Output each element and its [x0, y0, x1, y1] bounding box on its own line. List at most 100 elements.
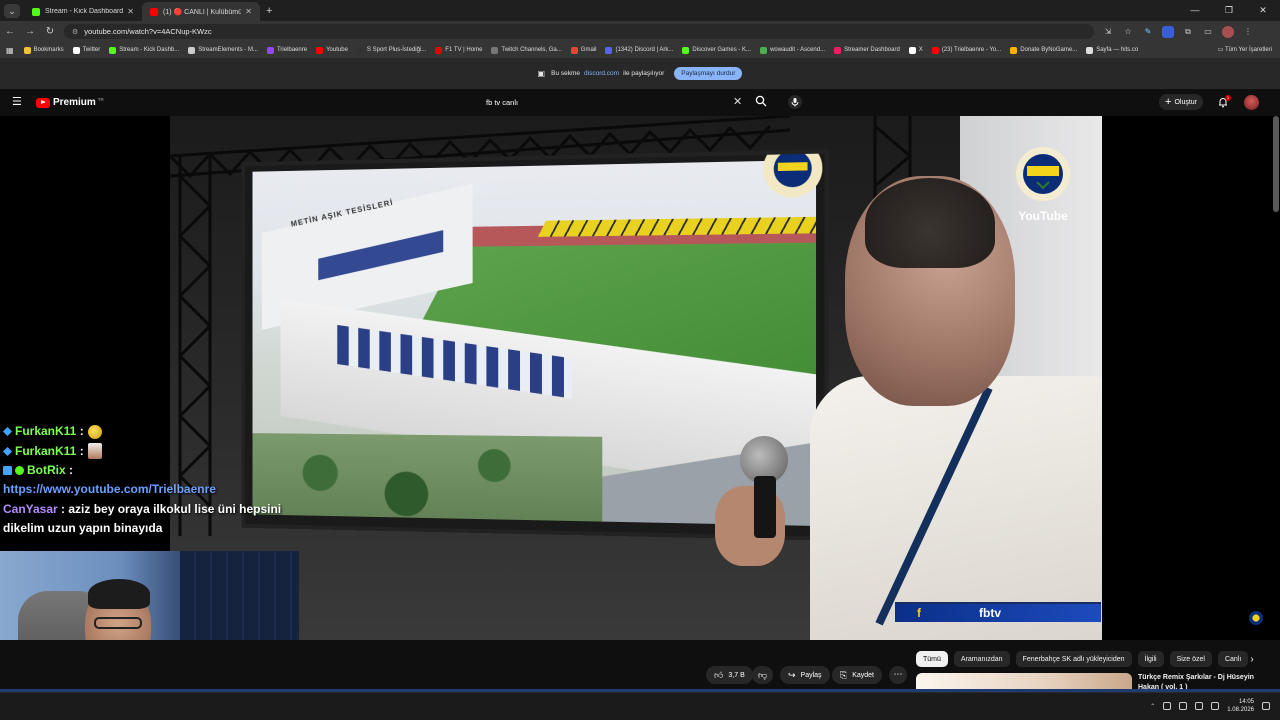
like-button[interactable]: 👍︎ 3,7 B	[706, 666, 753, 684]
menu-hamburger-icon[interactable]: ☰	[12, 97, 23, 108]
kick-badge-icon	[3, 446, 12, 456]
reload-icon[interactable]: ↻	[40, 26, 60, 37]
chat-username: BotRix	[27, 463, 66, 477]
tab-search-icon[interactable]: ⌄	[4, 4, 20, 18]
site-info-icon[interactable]: ⚙	[72, 28, 78, 36]
install-icon[interactable]: ⇲	[1102, 26, 1114, 38]
clock-time: 14:05	[1238, 699, 1254, 705]
bookmark-favicon-icon	[1086, 46, 1094, 54]
search-input[interactable]: fb tv canlı	[480, 93, 748, 111]
chip-from-search[interactable]: Aramanızdan	[953, 651, 1010, 667]
minimize-icon[interactable]: —	[1178, 0, 1212, 20]
new-tab-icon[interactable]: +	[266, 5, 272, 17]
create-button[interactable]: + Oluştur	[1159, 94, 1203, 110]
chat-username: FurkanK11	[15, 424, 77, 438]
share-suffix: ile paylaşılıyor	[623, 70, 665, 77]
close-window-icon[interactable]: ✕	[1246, 0, 1280, 20]
clear-search-icon[interactable]: ✕	[733, 95, 742, 108]
bookmark-item[interactable]: X	[908, 46, 923, 54]
search-icon[interactable]	[755, 95, 767, 107]
bookmark-item[interactable]: Trielbaenre	[266, 46, 307, 54]
bookmark-item[interactable]: F1 TV | Home	[435, 46, 482, 54]
more-actions-icon[interactable]: ⋯	[889, 666, 907, 684]
network-icon[interactable]	[1195, 702, 1204, 710]
chip-for-you[interactable]: Size özel	[1169, 651, 1212, 667]
logo-text: Premium	[53, 97, 96, 108]
bookmark-item[interactable]: Bookmarks	[23, 46, 64, 54]
dislike-button[interactable]: 👎︎	[752, 666, 774, 684]
kick-icon	[32, 7, 40, 16]
bookmark-favicon-icon	[109, 46, 117, 54]
youtube-premium-logo[interactable]: Premium TR	[36, 97, 104, 108]
stream-chat-overlay: FurkanK11 : FurkanK11 : BotRix : https:/…	[3, 424, 303, 538]
chip-from-uploader[interactable]: Fenerbahçe SK adlı yükleyiciden	[1015, 651, 1132, 667]
tray-chevron-icon[interactable]: ⌃	[1150, 703, 1155, 710]
bookmark-star-icon[interactable]: ☆	[1122, 26, 1134, 38]
related-filter-chips: Tümü Aramanızdan Fenerbahçe SK adlı yükl…	[916, 651, 1249, 667]
bookmark-item[interactable]: Twitch Channels, Ga...	[491, 46, 562, 54]
mic-tray-icon[interactable]	[1163, 702, 1172, 710]
tab-title: (1) 🔴 CANLI | Kulübümüzün ...	[163, 8, 242, 16]
bookmark-item[interactable]: Youtube	[316, 46, 348, 54]
browser-tab-youtube[interactable]: (1) 🔴 CANLI | Kulübümüzün ... ✕	[142, 2, 260, 21]
bookmark-item[interactable]: S Sport Plus-İstediği...	[356, 46, 426, 54]
drive-tray-icon[interactable]	[1179, 702, 1188, 710]
chip-all[interactable]: Tümü	[916, 651, 948, 667]
notification-center-icon[interactable]	[1262, 702, 1270, 710]
chips-next-chevron-icon[interactable]: ›	[1244, 652, 1260, 668]
system-tray: ⌃ 14:05 1.08.2026	[1150, 698, 1270, 714]
forward-icon[interactable]: →	[20, 26, 40, 37]
bookmark-item[interactable]: Streamer Dashboard	[834, 46, 900, 54]
extension-icon[interactable]: ✎	[1142, 26, 1154, 38]
thumbs-up-icon: 👍︎	[714, 669, 724, 680]
bookmark-item[interactable]: (1342) Discord | Ark...	[605, 46, 673, 54]
browser-tab-kick[interactable]: Stream - Kick Dashboard ✕	[24, 2, 142, 21]
verified-badge-icon	[15, 466, 24, 475]
glasses	[94, 617, 142, 629]
maximize-icon[interactable]: ❐	[1212, 0, 1246, 20]
voice-search-mic-icon[interactable]	[788, 95, 802, 109]
extensions-puzzle-icon[interactable]: ⧉	[1182, 26, 1194, 38]
lower-third-text: fbtv	[979, 606, 1001, 620]
fenerbahce-crest-icon	[1016, 147, 1070, 201]
bookmark-item[interactable]: (23) Trielbaenre - Yo...	[931, 46, 1001, 54]
extension-icon[interactable]	[1162, 25, 1174, 38]
save-button[interactable]: ⎘ Kaydet	[832, 666, 882, 684]
country-code: TR	[97, 97, 104, 102]
menu-dots-icon[interactable]: ⋮	[1242, 26, 1254, 38]
chat-link[interactable]: https://www.youtube.com/Trielbaenre	[3, 482, 303, 496]
bookmark-favicon-icon	[682, 46, 690, 54]
bookmark-item[interactable]: Donate ByNoGame...	[1010, 46, 1077, 54]
profile-icon[interactable]	[1222, 25, 1234, 38]
channel-watermark[interactable]: YouTube	[1012, 146, 1074, 223]
tab-close-icon[interactable]: ✕	[127, 7, 134, 16]
taskbar-clock[interactable]: 14:05 1.08.2026	[1227, 698, 1254, 714]
speaker-coat	[810, 376, 1102, 640]
bookmark-favicon-icon	[356, 46, 364, 54]
sidebar-icon[interactable]: ▭	[1202, 26, 1214, 38]
bookmark-item[interactable]: Stream - Kick Dashb...	[109, 46, 179, 54]
browser-toolbar: ← → ↻ ⚙ youtube.com/watch?v=4ACNup-KWzc …	[0, 21, 1280, 42]
chip-related[interactable]: İlgili	[1137, 651, 1164, 667]
address-bar[interactable]: ⚙ youtube.com/watch?v=4ACNup-KWzc	[64, 24, 1094, 39]
chat-separator: :	[69, 463, 74, 477]
bookmark-item[interactable]: Sayfa — hits.co	[1086, 46, 1138, 54]
bookmark-item[interactable]: Discover Games - K...	[682, 46, 751, 54]
back-icon[interactable]: ←	[0, 26, 20, 37]
apps-grid-icon[interactable]: ▦	[6, 46, 14, 55]
all-bookmarks[interactable]: ▭ Tüm Yer İşaretleri	[1218, 46, 1272, 53]
volume-icon[interactable]	[1211, 702, 1220, 710]
tab-close-icon[interactable]: ✕	[245, 7, 252, 16]
chat-username: CanYasar	[3, 502, 58, 516]
share-button[interactable]: ↪ Paylaş	[780, 666, 830, 684]
bookmarks-bar: ▦ Bookmarks Twitter Stream - Kick Dashb.…	[0, 42, 1280, 58]
bookmark-item[interactable]: wowaudit - Ascend...	[760, 46, 825, 54]
bookmark-item[interactable]: StreamElements - M...	[188, 46, 258, 54]
bookmark-item[interactable]: Twitter	[72, 46, 100, 54]
bookmark-item[interactable]: Gmail	[570, 46, 596, 54]
page-scrollbar[interactable]	[1273, 116, 1279, 212]
window-stripe	[337, 324, 572, 399]
account-avatar[interactable]	[1244, 95, 1259, 110]
address-url: youtube.com/watch?v=4ACNup-KWzc	[84, 27, 212, 36]
stop-sharing-button[interactable]: Paylaşmayı durdur	[674, 67, 743, 80]
